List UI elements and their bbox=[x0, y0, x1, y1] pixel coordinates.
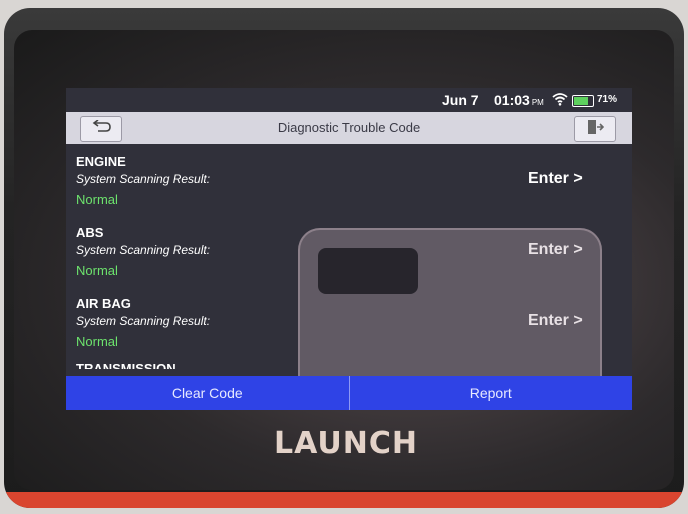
device-orange-trim bbox=[4, 492, 684, 508]
system-name: ENGINE bbox=[76, 154, 126, 169]
page-title: Diagnostic Trouble Code bbox=[277, 120, 421, 135]
scan-result: Normal bbox=[76, 192, 118, 207]
scan-result: Normal bbox=[76, 334, 118, 349]
system-row-engine[interactable]: ENGINE System Scanning Result: Normal En… bbox=[66, 144, 632, 215]
enter-button-engine[interactable]: Enter > bbox=[528, 170, 583, 188]
status-time: 01:03 PM bbox=[494, 92, 544, 108]
system-row-abs[interactable]: ABS System Scanning Result: Normal Enter… bbox=[66, 215, 632, 286]
system-name: AIR BAG bbox=[76, 296, 131, 311]
enter-button-airbag[interactable]: Enter > bbox=[528, 312, 583, 330]
system-row-airbag[interactable]: AIR BAG System Scanning Result: Normal E… bbox=[66, 286, 632, 357]
report-button[interactable]: Report bbox=[350, 376, 633, 410]
exit-button[interactable] bbox=[574, 116, 616, 142]
system-row-transmission[interactable]: TRANSMISSION bbox=[66, 357, 632, 377]
launch-logo: LAUNCH bbox=[274, 426, 419, 461]
battery-fill bbox=[574, 97, 589, 105]
app-screen: Jun 7 01:03 PM 71% Diagnostic Trouble Cod… bbox=[66, 88, 632, 410]
wifi-icon bbox=[552, 92, 568, 109]
battery-icon bbox=[572, 95, 594, 107]
action-bar: Clear Code Report bbox=[66, 376, 632, 410]
scan-result: Normal bbox=[76, 263, 118, 278]
scan-label: System Scanning Result: bbox=[76, 314, 211, 328]
battery-percent: 71% bbox=[597, 94, 618, 105]
title-bar: Diagnostic Trouble Code bbox=[66, 112, 632, 144]
status-ampm: PM bbox=[531, 98, 544, 107]
system-name: ABS bbox=[76, 225, 104, 240]
status-bar: Jun 7 01:03 PM 71% bbox=[66, 88, 632, 112]
exit-door-icon bbox=[586, 119, 605, 140]
clear-code-button[interactable]: Clear Code bbox=[66, 376, 349, 410]
scan-label: System Scanning Result: bbox=[76, 172, 211, 186]
enter-button-abs[interactable]: Enter > bbox=[528, 241, 583, 259]
scan-label: System Scanning Result: bbox=[76, 243, 211, 257]
status-date: Jun 7 bbox=[442, 92, 479, 108]
system-list: ENGINE System Scanning Result: Normal En… bbox=[66, 144, 632, 377]
system-name: TRANSMISSION bbox=[76, 361, 176, 369]
